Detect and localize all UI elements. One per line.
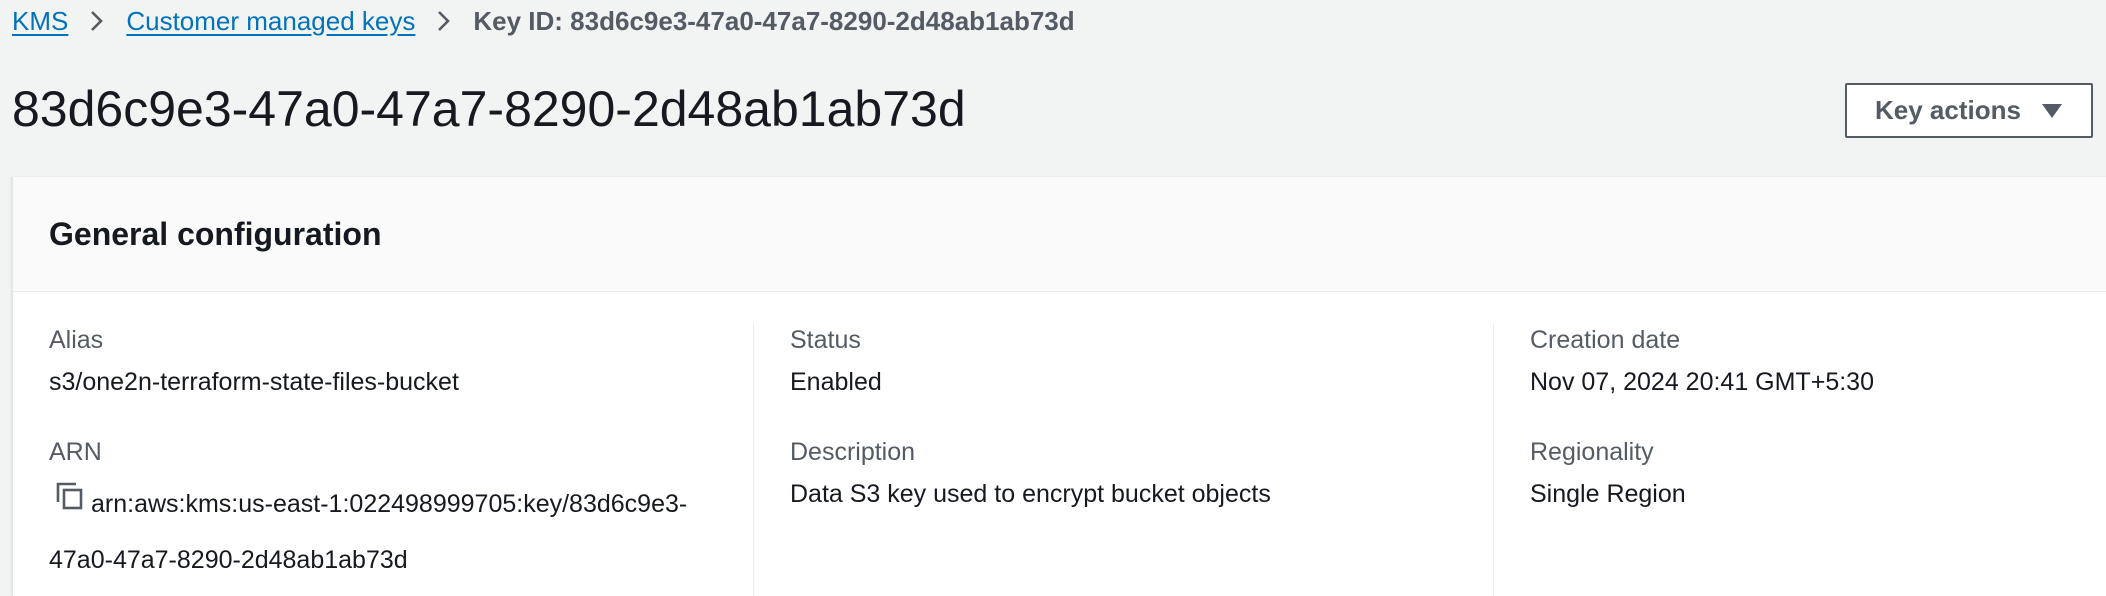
config-column-3: Creation date Nov 07, 2024 20:41 GMT+5:3… — [1493, 323, 2093, 596]
arn-value-wrapper: arn:aws:kms:us-east-1:022498999705:key/8… — [49, 477, 729, 588]
creation-date-field: Creation date Nov 07, 2024 20:41 GMT+5:3… — [1530, 323, 2093, 399]
arn-value: arn:aws:kms:us-east-1:022498999705:key/8… — [49, 490, 688, 574]
description-value: Data S3 key used to encrypt bucket objec… — [790, 480, 1271, 508]
alias-field: Alias s3/one2n-terraform-state-files-buc… — [49, 323, 749, 399]
description-field: Description Data S3 key used to encrypt … — [790, 435, 1493, 511]
regionality-label: Regionality — [1530, 438, 1654, 466]
panel-header: General configuration — [13, 177, 2106, 292]
arn-field: ARN arn:aws:kms:us-east-1:022498999705:k… — [49, 435, 749, 588]
config-column-2: Status Enabled Description Data S3 key u… — [753, 323, 1493, 596]
breadcrumb-customer-managed-keys-link[interactable]: Customer managed keys — [126, 6, 415, 37]
status-label: Status — [790, 326, 861, 354]
creation-date-value: Nov 07, 2024 20:41 GMT+5:30 — [1530, 368, 1874, 396]
copy-icon[interactable] — [55, 476, 85, 531]
panel-title: General configuration — [49, 215, 382, 252]
configuration-columns: Alias s3/one2n-terraform-state-files-buc… — [13, 323, 2106, 596]
general-configuration-panel: General configuration Alias s3/one2n-ter… — [12, 177, 2106, 596]
arn-label: ARN — [49, 438, 102, 466]
breadcrumb-current-key: Key ID: 83d6c9e3-47a0-47a7-8290-2d48ab1a… — [473, 5, 1075, 36]
chevron-right-icon — [68, 9, 126, 33]
creation-date-label: Creation date — [1530, 326, 1681, 354]
regionality-value: Single Region — [1530, 480, 1686, 508]
caret-down-icon — [2041, 103, 2063, 119]
config-column-1: Alias s3/one2n-terraform-state-files-buc… — [49, 323, 749, 596]
breadcrumb-kms-link[interactable]: KMS — [12, 6, 68, 37]
kms-key-detail-page: KMS Customer managed keys Key ID: 83d6c9… — [0, 0, 2106, 596]
regionality-field: Regionality Single Region — [1530, 435, 2093, 511]
status-value: Enabled — [790, 368, 882, 396]
key-actions-label: Key actions — [1875, 95, 2021, 125]
chevron-right-icon — [415, 9, 473, 33]
alias-value: s3/one2n-terraform-state-files-bucket — [49, 368, 459, 396]
status-field: Status Enabled — [790, 323, 1493, 399]
breadcrumb: KMS Customer managed keys Key ID: 83d6c9… — [12, 0, 1075, 42]
page-title: 83d6c9e3-47a0-47a7-8290-2d48ab1ab73d — [12, 81, 966, 137]
description-label: Description — [790, 438, 916, 466]
alias-label: Alias — [49, 326, 104, 354]
key-actions-button[interactable]: Key actions — [1845, 83, 2093, 138]
